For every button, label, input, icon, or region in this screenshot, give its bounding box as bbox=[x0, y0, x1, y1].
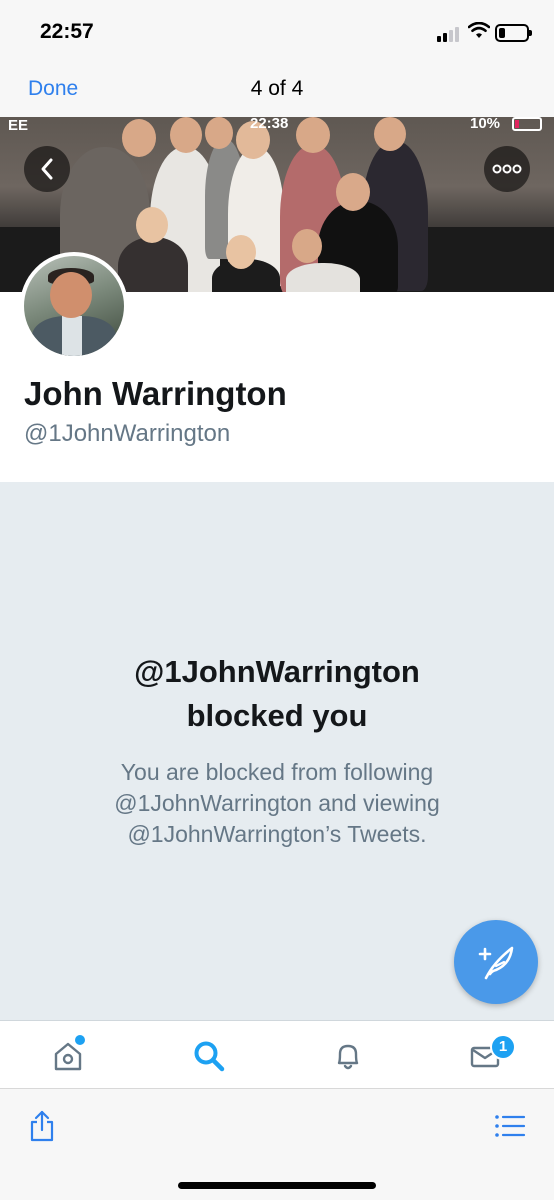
battery-icon bbox=[495, 24, 532, 42]
list-icon bbox=[495, 1115, 526, 1137]
home-indicator bbox=[178, 1182, 376, 1189]
tab-notifications[interactable] bbox=[328, 1036, 368, 1076]
profile-handle: @1JohnWarrington bbox=[24, 420, 231, 447]
compose-tweet-button[interactable] bbox=[454, 920, 538, 1004]
ellipsis-icon bbox=[492, 164, 522, 174]
inner-screenshot-status: EE 22:38 10% bbox=[0, 117, 554, 135]
wifi-icon bbox=[467, 21, 491, 45]
messages-badge: 1 bbox=[490, 1034, 516, 1060]
search-icon bbox=[194, 1041, 225, 1072]
status-bar: 22:57 bbox=[0, 0, 554, 62]
bell-icon bbox=[337, 1044, 359, 1070]
blocked-title-line1: @1JohnWarrington bbox=[134, 654, 420, 689]
chevron-left-icon bbox=[41, 158, 53, 180]
inner-battery-icon bbox=[512, 117, 542, 131]
tab-search[interactable] bbox=[189, 1036, 229, 1076]
new-content-dot bbox=[75, 1035, 85, 1045]
blocked-description: You are blocked from following @1JohnWar… bbox=[114, 759, 440, 847]
blocked-title-line2: blocked you bbox=[186, 698, 368, 733]
share-button[interactable] bbox=[22, 1106, 62, 1146]
avatar[interactable] bbox=[20, 252, 128, 360]
list-button[interactable] bbox=[490, 1106, 530, 1146]
share-icon bbox=[30, 1110, 54, 1142]
status-time: 22:57 bbox=[40, 20, 94, 43]
inner-battery-percent: 10% bbox=[470, 117, 501, 132]
inner-carrier: EE bbox=[8, 117, 29, 134]
blocked-title: @1JohnWarrington blocked you bbox=[0, 650, 554, 738]
profile-name: John Warrington bbox=[24, 375, 287, 412]
inner-time: 22:38 bbox=[250, 117, 289, 132]
back-button[interactable] bbox=[24, 146, 70, 192]
more-options-button[interactable] bbox=[484, 146, 530, 192]
page-counter: 4 of 4 bbox=[250, 77, 304, 100]
compose-feather-icon bbox=[478, 946, 514, 980]
cellular-signal-icon bbox=[437, 26, 463, 42]
nav-bar: Done 4 of 4 bbox=[0, 62, 554, 117]
